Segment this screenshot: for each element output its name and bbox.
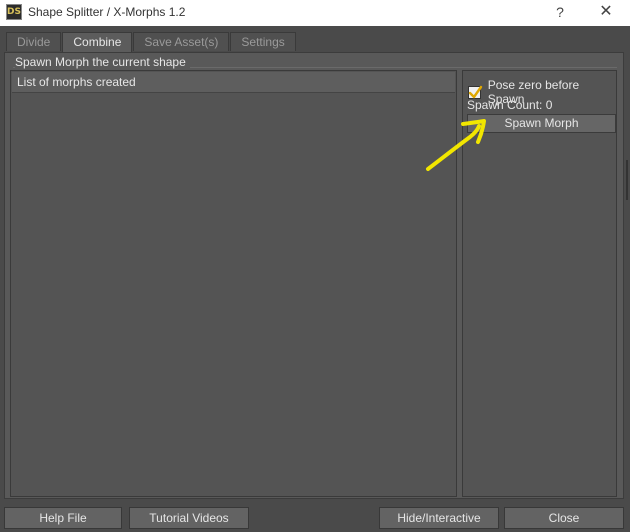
tab-settings[interactable]: Settings — [230, 32, 296, 51]
help-icon[interactable]: ? — [540, 0, 580, 26]
tab-divide[interactable]: Divide — [6, 32, 62, 51]
spawn-options-pane: Pose zero before Spawn Spawn Count: 0 Sp… — [462, 70, 617, 497]
title-bar: DS Shape Splitter / X-Morphs 1.2 ? ✕ — [0, 0, 630, 26]
tab-bar: Divide Combine Save Asset(s) Settings — [6, 32, 297, 52]
morph-list-header[interactable]: List of morphs created — [12, 72, 455, 93]
spawn-morph-button[interactable]: Spawn Morph — [467, 114, 616, 133]
tutorial-videos-button[interactable]: Tutorial Videos — [129, 507, 249, 529]
pose-zero-checkbox[interactable] — [468, 85, 483, 99]
hide-interactive-button[interactable]: Hide/Interactive — [379, 507, 499, 529]
spawn-count-text: Spawn Count: 0 — [467, 98, 553, 112]
close-window-icon[interactable]: ✕ — [586, 0, 626, 26]
tab-combine[interactable]: Combine — [62, 32, 133, 52]
combine-panel: Spawn Morph the current shape List of mo… — [4, 52, 624, 499]
app-logo-icon: DS — [6, 4, 22, 20]
window-edge — [626, 160, 628, 200]
close-button[interactable]: Close — [504, 507, 624, 529]
help-file-button[interactable]: Help File — [4, 507, 122, 529]
morph-list[interactable]: List of morphs created — [10, 70, 457, 497]
group-legend: Spawn Morph the current shape — [15, 55, 190, 69]
tab-save-assets[interactable]: Save Asset(s) — [133, 32, 230, 51]
window-title: Shape Splitter / X-Morphs 1.2 — [28, 5, 186, 19]
